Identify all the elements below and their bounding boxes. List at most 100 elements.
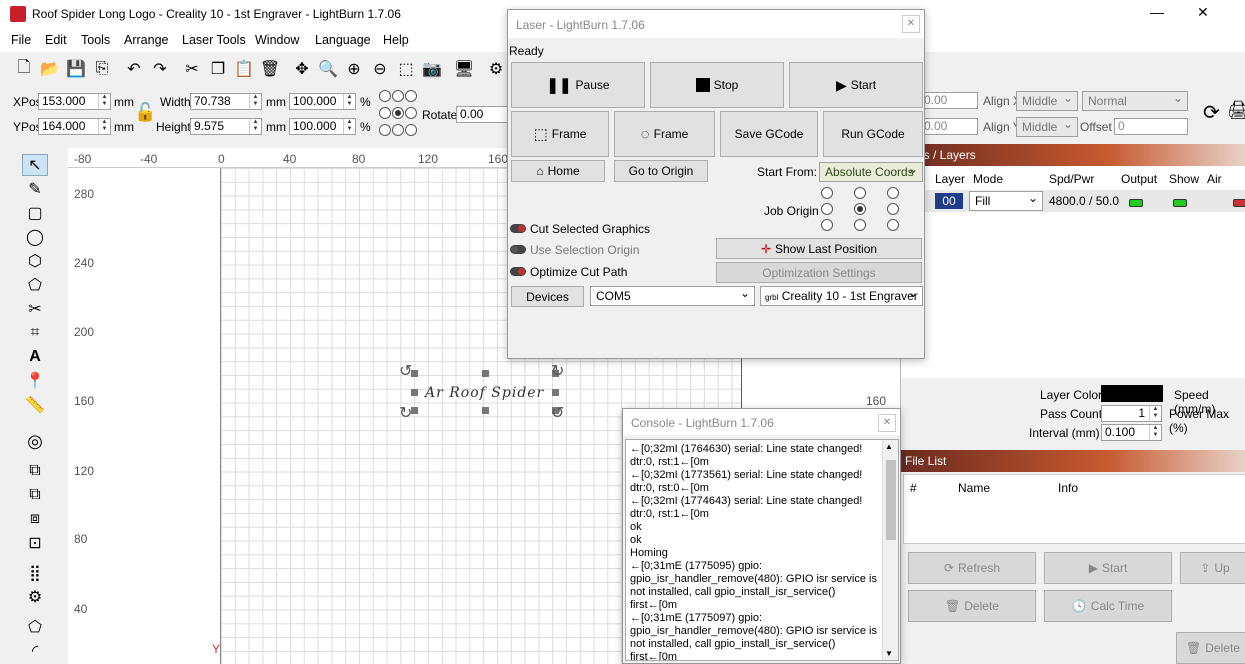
lock-icon[interactable]: 🔓 [134, 102, 156, 123]
resize-handle[interactable] [482, 407, 489, 414]
interval-input[interactable]: 0.100 ▲ ▼ [1101, 424, 1162, 441]
rotate-input[interactable]: 0.00 [456, 106, 508, 123]
new-file-icon[interactable]: 🗋 [12, 57, 36, 81]
job-origin-radio[interactable] [821, 219, 833, 231]
cut-icon[interactable]: ✂ [180, 57, 204, 81]
circular-array-icon[interactable]: ⚙ [22, 586, 48, 608]
save-icon[interactable]: 💾 [64, 57, 88, 81]
export-icon[interactable]: ⎘ [90, 57, 114, 81]
undo-icon[interactable]: ↶ [122, 57, 146, 81]
subtract-icon[interactable]: ⧈ [22, 508, 48, 530]
origin-radio[interactable] [379, 107, 391, 119]
optimize-cut-toggle[interactable] [510, 267, 526, 276]
job-origin-radio[interactable] [821, 187, 833, 199]
file-start-button[interactable]: ▶ Start [1044, 552, 1172, 584]
offset-input[interactable]: 0 [1114, 118, 1188, 135]
origin-radio[interactable] [405, 107, 417, 119]
job-origin-radio-selected[interactable] [854, 203, 866, 215]
close-path-icon[interactable]: ◜ [22, 640, 48, 662]
scroll-up-icon[interactable]: ▲ [885, 442, 893, 451]
ruler-tool-icon[interactable]: 📏 [22, 394, 48, 416]
scroll-down-icon[interactable]: ▼ [885, 649, 893, 658]
paste-icon[interactable]: 📋 [232, 57, 256, 81]
zoom-frame-icon[interactable]: ⬚ [394, 57, 418, 81]
settings-gear-icon[interactable]: ⚙ [484, 57, 508, 81]
edit-nodes-icon[interactable]: ✎ [22, 178, 48, 200]
save-gcode-button[interactable]: Save GCode [720, 111, 818, 157]
job-origin-radio[interactable] [887, 219, 899, 231]
console-scrollbar[interactable]: ▲ ▼ [882, 440, 898, 660]
start-from-select[interactable]: Absolute Coords [819, 160, 923, 182]
scale-height-input[interactable]: 100.000 ▲ ▼ [289, 118, 356, 135]
ypos-input[interactable]: 164.000 ▲ ▼ [38, 118, 111, 135]
menu-help[interactable]: Help [383, 33, 409, 47]
device-select[interactable]: grbl Creality 10 - 1st Engraver [760, 284, 923, 306]
monitor-icon[interactable]: 🖥 [452, 57, 476, 81]
height-input[interactable]: 9.575 ▲ ▼ [190, 118, 262, 135]
menu-laser-tools[interactable]: Laser Tools [182, 33, 246, 47]
file-delete-button[interactable]: 🗑 Delete [908, 590, 1036, 622]
zoom-out-icon[interactable]: ⊖ [368, 57, 392, 81]
job-origin-radio[interactable] [887, 203, 899, 215]
console-close-button[interactable]: ✕ [878, 414, 896, 432]
origin-radio[interactable] [392, 90, 404, 102]
weld-icon[interactable]: ⧉ [22, 460, 48, 482]
origin-radio[interactable] [405, 90, 417, 102]
show-last-position-button[interactable]: ✛ Show Last Position [716, 238, 922, 259]
layer-mode-select[interactable]: Fill [969, 189, 1043, 211]
rotate-handle-icon[interactable]: ↺ [399, 361, 412, 381]
pass-count-input[interactable]: 1 ▲ ▼ [1101, 405, 1162, 422]
width-input[interactable]: 70.738 ▲ ▼ [190, 93, 262, 110]
go-to-origin-button[interactable]: Go to Origin [614, 160, 708, 182]
stop-button[interactable]: Stop [650, 62, 784, 108]
align-y-select[interactable]: Middle [1016, 115, 1078, 137]
origin-radio-selected[interactable] [392, 107, 404, 119]
text-mode-select[interactable]: Normal [1082, 89, 1188, 111]
frame-rect-button[interactable]: ⬚ Frame [511, 111, 609, 157]
move-icon[interactable]: ✥ [290, 57, 314, 81]
menu-arrange[interactable]: Arrange [124, 33, 168, 47]
delete-icon[interactable]: 🗑 [258, 57, 282, 81]
text-tool-icon[interactable]: A [22, 346, 48, 368]
scale-width-input[interactable]: 100.000 ▲ ▼ [289, 93, 356, 110]
xpos-input[interactable]: 153.000 ▲ ▼ [38, 93, 111, 110]
delete-all-button[interactable]: 🗑 Delete [1176, 632, 1245, 664]
align-x-select[interactable]: Middle [1016, 89, 1078, 111]
ellipse-tool-icon[interactable]: ◯ [22, 226, 48, 248]
resize-handle[interactable] [552, 389, 559, 396]
copy-icon[interactable]: ❐ [206, 57, 230, 81]
zoom-pan-icon[interactable]: 🔍 [316, 57, 340, 81]
camera-icon[interactable]: 📷 [420, 57, 444, 81]
air-toggle[interactable] [1233, 196, 1245, 210]
origin-radio[interactable] [392, 124, 404, 136]
selection-box[interactable]: ↺ ↻ ↻ ↺ [399, 363, 565, 422]
minimize-button[interactable]: — [1150, 4, 1164, 20]
calc-time-button[interactable]: 🕓 Calc Time [1044, 590, 1172, 622]
start-button[interactable]: ▶ Start [789, 62, 923, 108]
intersect-icon[interactable]: ⊡ [22, 532, 48, 554]
optimization-settings-button[interactable]: Optimization Settings [716, 262, 922, 283]
menu-file[interactable]: File [11, 33, 31, 47]
close-button[interactable]: ✕ [1197, 4, 1209, 21]
job-origin-radio[interactable] [854, 187, 866, 199]
home-button[interactable]: ⌂ Home [511, 160, 605, 182]
refresh-button[interactable]: ⟳ Refresh [908, 552, 1036, 584]
laser-close-button[interactable]: ✕ [902, 15, 920, 33]
select-tool-icon[interactable]: ↖ [22, 154, 48, 176]
scissors-tool-icon[interactable]: ✂ [22, 298, 48, 320]
rotate-handle-icon[interactable]: ↻ [551, 361, 564, 381]
measure-tool-icon[interactable]: ⌗ [22, 322, 48, 344]
output-toggle[interactable] [1129, 196, 1143, 210]
grid-array-icon[interactable]: ⣿ [22, 562, 48, 584]
cut-selected-toggle[interactable] [510, 224, 526, 233]
upload-button[interactable]: ⇪ Up [1180, 552, 1245, 584]
spacing-y-input[interactable]: 0.00 [920, 118, 978, 135]
job-origin-radio[interactable] [887, 187, 899, 199]
position-laser-icon[interactable]: 📍 [22, 370, 48, 392]
rotate-handle-icon[interactable]: ↻ [399, 403, 412, 423]
layer-badge[interactable]: 00 [935, 193, 963, 209]
line-tool-icon[interactable]: ⬠ [22, 274, 48, 296]
zoom-in-icon[interactable]: ⊕ [342, 57, 366, 81]
offset-tool-icon[interactable]: ◎ [22, 430, 48, 452]
table-row[interactable]: 00 Fill 4800.0 / 50.0 [901, 189, 1245, 212]
